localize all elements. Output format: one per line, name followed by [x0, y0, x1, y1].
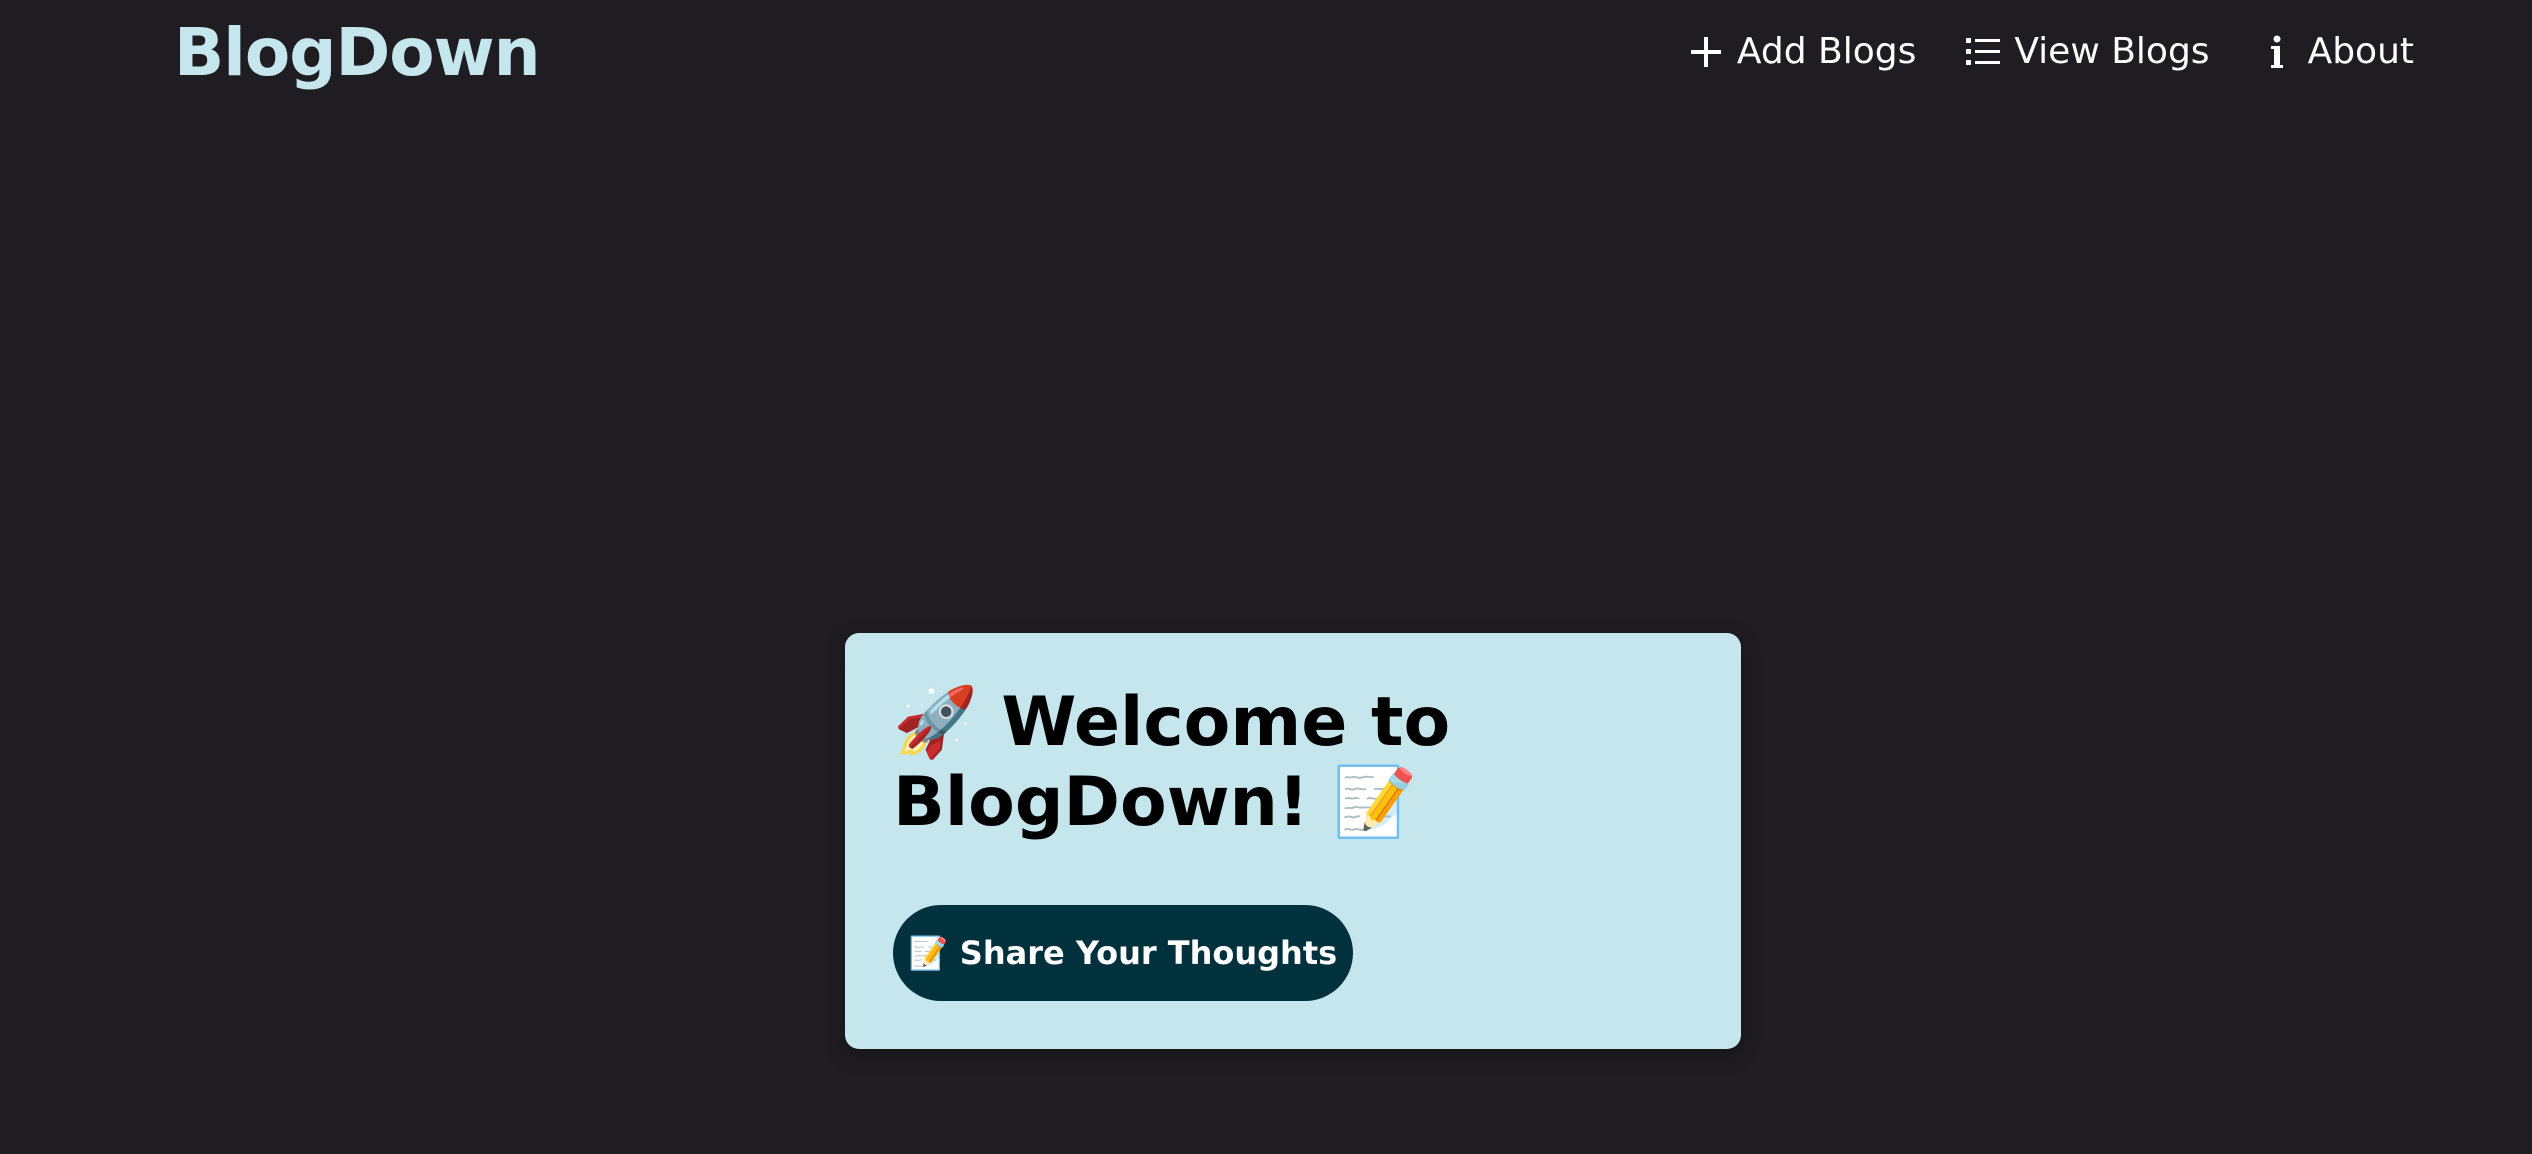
nav-links: Add Blogs View Blogs About	[1689, 24, 2414, 80]
nav-view-blogs-label: View Blogs	[2014, 31, 2210, 72]
brand-logo-link[interactable]: BlogDown	[174, 8, 541, 98]
nav-about-link[interactable]: About	[2260, 24, 2414, 80]
welcome-heading: 🚀 Welcome to BlogDown! 📝	[893, 683, 1451, 842]
list-icon	[1966, 35, 2001, 69]
info-icon	[2260, 35, 2294, 69]
welcome-card: 🚀 Welcome to BlogDown! 📝 📝 Share Your Th…	[845, 633, 1741, 1049]
nav-add-blogs-link[interactable]: Add Blogs	[1689, 24, 1916, 80]
navbar: BlogDown Add Blogs View Blogs About	[0, 0, 2532, 106]
nav-add-blogs-label: Add Blogs	[1736, 31, 1917, 72]
share-thoughts-button[interactable]: 📝 Share Your Thoughts	[893, 905, 1353, 1001]
nav-about-label: About	[2307, 31, 2414, 72]
plus-icon	[1689, 35, 1723, 69]
nav-view-blogs-link[interactable]: View Blogs	[1966, 24, 2210, 80]
